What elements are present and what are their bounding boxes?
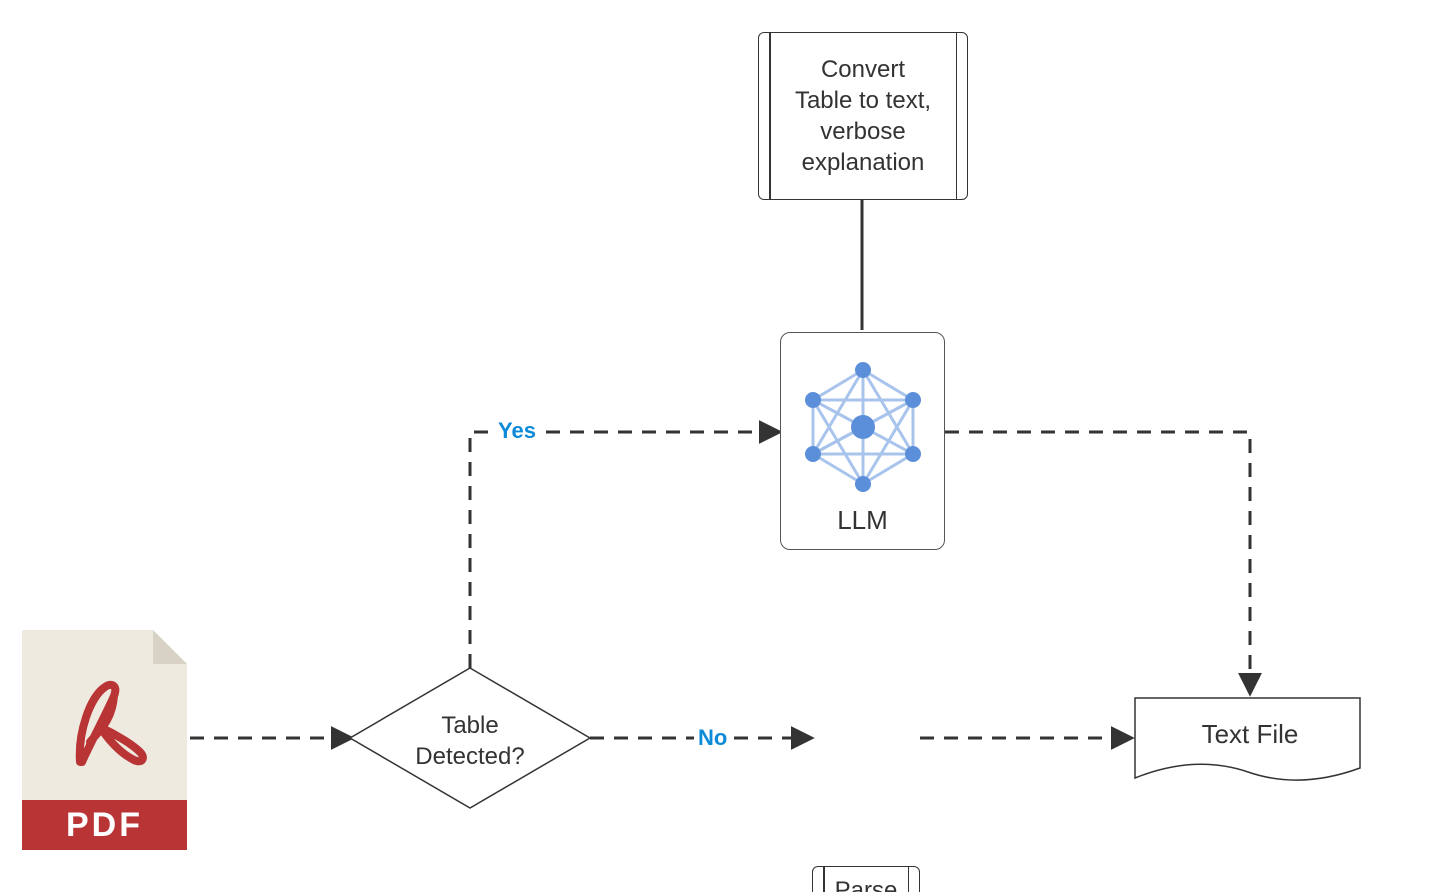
edge-llm-to-output <box>945 432 1250 692</box>
decision-label: Table Detected? <box>400 710 540 772</box>
pdf-source-node: PDF <box>22 630 187 850</box>
connector-layer <box>0 0 1440 892</box>
llm-node: LLM <box>780 332 945 550</box>
adobe-logo-icon <box>60 672 150 772</box>
convert-label: Convert Table to text, verbose explanati… <box>777 54 949 179</box>
edge-label-no: No <box>694 725 731 751</box>
llm-label: LLM <box>837 504 888 538</box>
parse-node: Parse Text <box>812 866 920 892</box>
pdf-label: PDF <box>22 800 187 850</box>
convert-node: Convert Table to text, verbose explanati… <box>758 32 968 200</box>
output-label: Text File <box>1160 718 1340 752</box>
neural-network-icon <box>788 352 938 502</box>
pdf-fold-corner <box>153 630 187 664</box>
parse-label: Parse Text <box>821 875 912 892</box>
edge-label-yes: Yes <box>494 418 540 444</box>
edge-decision-to-llm <box>470 432 778 668</box>
